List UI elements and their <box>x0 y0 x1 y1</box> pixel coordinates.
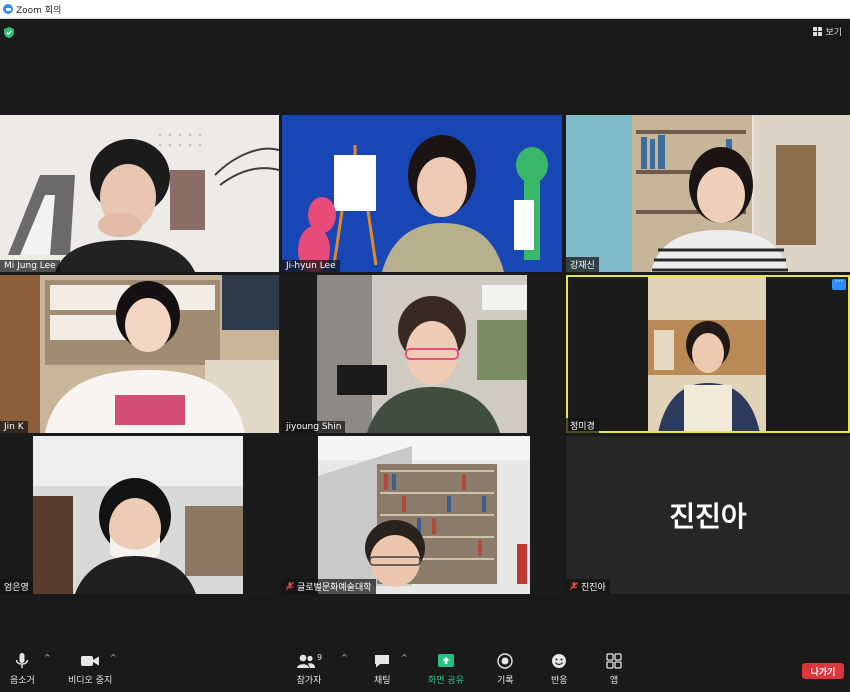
leave-button[interactable]: 나가기 <box>802 663 844 679</box>
mute-label: 음소거 <box>10 676 35 686</box>
record-button[interactable]: 기록 <box>497 653 514 686</box>
participant-name-1: Mi Jung Lee <box>0 260 60 272</box>
participants-label: 참가자 <box>296 676 322 686</box>
participant-name-6: 정미경 <box>566 418 599 433</box>
apps-label: 앱 <box>609 676 619 686</box>
video-camera-icon <box>81 653 100 669</box>
mute-button[interactable]: 음소거 <box>10 653 35 686</box>
participant-name-4: Jin K <box>0 421 28 433</box>
video-feed-5 <box>282 275 562 433</box>
reactions-button[interactable]: 반응 <box>551 653 568 686</box>
zoom-logo-icon <box>3 4 13 14</box>
participant-name-7: 엄은영 <box>0 579 33 594</box>
participants-count: 9 <box>317 653 323 662</box>
video-feed-7 <box>0 436 279 594</box>
meeting-toolbar: 음소거 ^ 비디오 중지 ^ 9 참가자 ^ 채팅 ^ 화면 공유 기록 반응 … <box>0 649 850 692</box>
share-screen-icon <box>437 653 454 669</box>
chat-label: 채팅 <box>374 676 391 686</box>
audio-options-caret-icon[interactable]: ^ <box>44 653 51 662</box>
participant-name-5: jiyoung Shin <box>282 421 346 433</box>
video-feed-3 <box>566 115 850 272</box>
muted-mic-icon <box>570 582 578 591</box>
video-tile-5[interactable]: jiyoung Shin <box>282 275 562 433</box>
video-feed-2 <box>282 115 562 272</box>
participant-name-9: 진진아 <box>566 579 610 594</box>
participant-name-8: 글로벌문화예술대학 <box>282 579 376 594</box>
video-feed-1 <box>0 115 279 272</box>
security-shield-icon[interactable] <box>4 27 14 38</box>
video-off-name: 진진아 <box>669 500 747 533</box>
video-tile-3[interactable]: 강재신 <box>566 115 850 272</box>
participants-icon <box>296 653 316 669</box>
video-tile-4[interactable]: Jin K <box>0 275 279 433</box>
share-screen-button[interactable]: 화면 공유 <box>428 653 464 686</box>
title-bar: Zoom 회의 <box>0 0 850 19</box>
muted-mic-icon <box>286 582 294 591</box>
grid-view-icon <box>813 27 823 36</box>
video-tile-2[interactable]: Ji-hyun Lee <box>282 115 562 272</box>
smiley-icon <box>551 653 567 669</box>
chat-bubble-icon <box>374 653 390 669</box>
meeting-area: 보기 Mi Jung Lee Ji-hyun Lee 강재신 Jin K jiy… <box>0 19 850 649</box>
view-button[interactable]: 보기 <box>813 25 842 38</box>
window-title: Zoom 회의 <box>16 5 62 16</box>
video-tile-1[interactable]: Mi Jung Lee <box>0 115 279 272</box>
video-feed-6 <box>566 275 850 433</box>
participant-name-2: Ji-hyun Lee <box>282 260 340 272</box>
apps-icon <box>606 653 622 669</box>
view-label: 보기 <box>825 28 842 38</box>
record-icon <box>497 653 513 669</box>
chat-button[interactable]: 채팅 <box>374 653 391 686</box>
video-tile-7[interactable]: 엄은영 <box>0 436 279 594</box>
video-feed-4 <box>0 275 279 433</box>
chat-caret-icon[interactable]: ^ <box>401 653 408 662</box>
record-label: 기록 <box>497 676 514 686</box>
video-feed-8 <box>282 436 562 594</box>
more-options-icon[interactable]: ··· <box>832 278 846 290</box>
microphone-icon <box>15 653 29 669</box>
video-options-caret-icon[interactable]: ^ <box>110 653 117 662</box>
participant-name-3: 강재신 <box>566 257 599 272</box>
participants-button[interactable]: 9 참가자 <box>296 653 322 686</box>
apps-button[interactable]: 앱 <box>606 653 622 686</box>
participants-caret-icon[interactable]: ^ <box>341 653 348 662</box>
share-screen-label: 화면 공유 <box>428 676 464 686</box>
reactions-label: 반응 <box>551 676 568 686</box>
video-tile-8[interactable]: 글로벌문화예술대학 <box>282 436 562 594</box>
video-tile-6[interactable]: ··· 정미경 <box>566 275 850 433</box>
video-tile-9[interactable]: 진진아 진진아 <box>566 436 850 594</box>
stop-video-button[interactable]: 비디오 중지 <box>68 653 112 686</box>
stop-video-label: 비디오 중지 <box>68 676 113 686</box>
